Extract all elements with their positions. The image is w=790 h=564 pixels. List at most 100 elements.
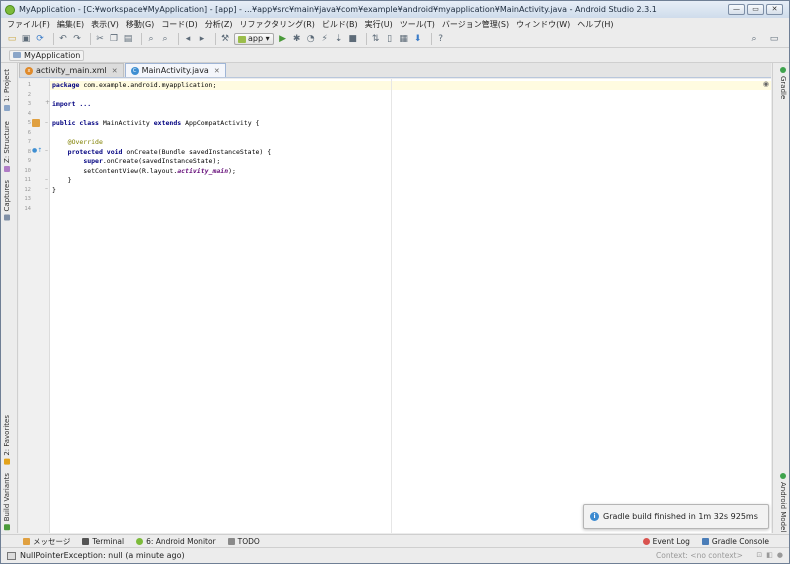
breadcrumb[interactable]: MyApplication (9, 49, 85, 61)
code-line-8: @Override (52, 138, 103, 146)
chevron-down-icon: ▾ (263, 34, 270, 43)
fold-icon[interactable]: – (45, 147, 48, 154)
tab-structure[interactable]: Z: Structure (3, 121, 11, 172)
code-text: setContentView(R.layout. (52, 166, 178, 175)
window-controls: — ▭ ✕ (728, 4, 783, 15)
profile-icon[interactable]: ◔ (306, 34, 316, 44)
layout-icon[interactable]: ▭ (769, 34, 779, 44)
minimize-button[interactable]: — (728, 4, 745, 15)
tab-project[interactable]: 1: Project (3, 69, 11, 111)
captures-icon (4, 214, 10, 221)
tool-gradle-console[interactable]: Gradle Console (701, 537, 769, 546)
fold-icon[interactable]: – (45, 119, 48, 126)
apply-changes-icon[interactable]: ⚡ (320, 34, 330, 44)
code-line-6: public class MainActivity extends AppCom… (52, 119, 259, 127)
android-model-icon (780, 473, 786, 479)
line-number: 4 (27, 110, 31, 117)
save-all-icon[interactable]: ▣ (21, 34, 31, 44)
menu-analyze[interactable]: 分析(Z) (205, 19, 233, 30)
run-icon[interactable]: ▶ (278, 34, 288, 44)
menu-code[interactable]: コード(D) (161, 19, 197, 30)
keyword: super (83, 157, 103, 165)
tool-terminal[interactable]: Terminal (82, 537, 124, 546)
line-number: 6 (27, 129, 31, 136)
run-config-select[interactable]: app ▾ (234, 33, 274, 45)
fold-icon[interactable]: – (45, 185, 48, 192)
find-icon[interactable]: ⌕ (146, 34, 156, 44)
code-editor[interactable]: 1 2 3 4 5 6 7 8 9 10 11 12 13 14 + – ●↑ … (19, 79, 771, 533)
back-icon[interactable]: ◂ (183, 34, 193, 44)
copy-icon[interactable]: ❐ (109, 34, 119, 44)
search-everywhere-icon[interactable]: ⌕ (749, 34, 759, 44)
tool-todo[interactable]: TODO (227, 537, 260, 546)
keyword: public class (52, 119, 99, 127)
tab-favorites[interactable]: 2: Favorites (3, 415, 11, 465)
attach-debugger-icon[interactable]: ⇣ (334, 34, 344, 44)
avd-manager-icon[interactable]: ▯ (385, 34, 395, 44)
menu-refactor[interactable]: リファクタリング(R) (239, 19, 314, 30)
tab-captures-label: Captures (3, 180, 11, 212)
toolbar-separator (215, 33, 216, 45)
fold-icon[interactable]: + (45, 99, 50, 106)
menu-window[interactable]: ウィンドウ(W) (516, 19, 570, 30)
editor-gutter[interactable]: 1 2 3 4 5 6 7 8 9 10 11 12 13 14 + – ●↑ … (19, 79, 50, 533)
fold-icon[interactable]: – (45, 176, 48, 183)
undo-icon[interactable]: ↶ (58, 34, 68, 44)
code-line-3: import ... (52, 100, 91, 108)
tool-messages[interactable]: メッセージ (23, 536, 70, 547)
debug-icon[interactable]: ✱ (292, 34, 302, 44)
toolbar-separator (365, 33, 367, 45)
tab-android-model[interactable]: Android Model (779, 473, 787, 532)
tool-event-log[interactable]: Event Log (642, 537, 690, 546)
toolbar-separator (430, 33, 432, 45)
tab-gradle[interactable]: Gradle (779, 67, 787, 99)
toolbar-separator (178, 33, 179, 45)
menu-build[interactable]: ビルド(B) (322, 19, 358, 30)
project-structure-icon[interactable]: ▦ (399, 34, 409, 44)
status-toggle-icon[interactable] (7, 551, 16, 560)
sync-gradle-icon[interactable]: ⇅ (371, 34, 381, 44)
toolbar-separator (90, 33, 91, 45)
close-tab-icon[interactable]: ✕ (214, 67, 220, 75)
menu-vcs[interactable]: バージョン管理(S) (442, 19, 509, 30)
tab-build-variants[interactable]: Build Variants (3, 473, 11, 531)
override-icon[interactable]: ●↑ (32, 147, 42, 154)
menu-navigate[interactable]: 移動(G) (126, 19, 154, 30)
activity-icon[interactable] (32, 119, 40, 127)
inspector-icon[interactable]: ◧ (766, 551, 773, 559)
stop-icon[interactable]: ■ (348, 34, 358, 44)
forward-icon[interactable]: ▸ (197, 34, 207, 44)
left-tool-strip: 1: Project Z: Structure Captures 2: Favo… (1, 63, 18, 533)
maximize-button[interactable]: ▭ (747, 4, 764, 15)
sync-icon[interactable]: ⟳ (35, 34, 45, 44)
gradle-console-icon (701, 538, 709, 545)
sdk-manager-icon[interactable]: ⬇ (413, 34, 423, 44)
window-title: MyApplication - [C:¥workspace¥MyApplicat… (19, 5, 657, 14)
replace-icon[interactable]: ⌕ (160, 34, 170, 44)
line-number: 12 (24, 186, 31, 193)
status-message[interactable]: NullPointerException: null (a minute ago… (20, 551, 185, 560)
tab-main-activity-java[interactable]: C MainActivity.java ✕ (124, 63, 226, 77)
tab-captures[interactable]: Captures (3, 180, 11, 221)
eye-icon[interactable]: ◉ (763, 80, 769, 88)
memory-icon[interactable]: ● (777, 551, 783, 559)
menu-view[interactable]: 表示(V) (91, 19, 119, 30)
menu-help[interactable]: ヘルプ(H) (577, 19, 613, 30)
help-icon[interactable]: ? (436, 34, 446, 44)
tool-android-monitor[interactable]: 6: Android Monitor (136, 537, 216, 546)
gradle-notification[interactable]: i Gradle build finished in 1m 32s 925ms (583, 504, 769, 529)
menu-tools[interactable]: ツール(T) (400, 19, 435, 30)
open-folder-icon[interactable]: ▭ (7, 34, 17, 44)
tab-activity-main-xml[interactable]: x activity_main.xml ✕ (19, 63, 124, 77)
lock-icon[interactable]: ⊡ (756, 551, 762, 559)
close-button[interactable]: ✕ (766, 4, 783, 15)
menu-file[interactable]: ファイル(F) (7, 19, 50, 30)
menu-run[interactable]: 実行(U) (365, 19, 393, 30)
menu-edit[interactable]: 編集(E) (57, 19, 84, 30)
tab-label: activity_main.xml (36, 66, 107, 75)
make-project-icon[interactable]: ⚒ (220, 34, 230, 44)
close-tab-icon[interactable]: ✕ (112, 67, 118, 75)
paste-icon[interactable]: ▤ (123, 34, 133, 44)
redo-icon[interactable]: ↷ (72, 34, 82, 44)
cut-icon[interactable]: ✂ (95, 34, 105, 44)
